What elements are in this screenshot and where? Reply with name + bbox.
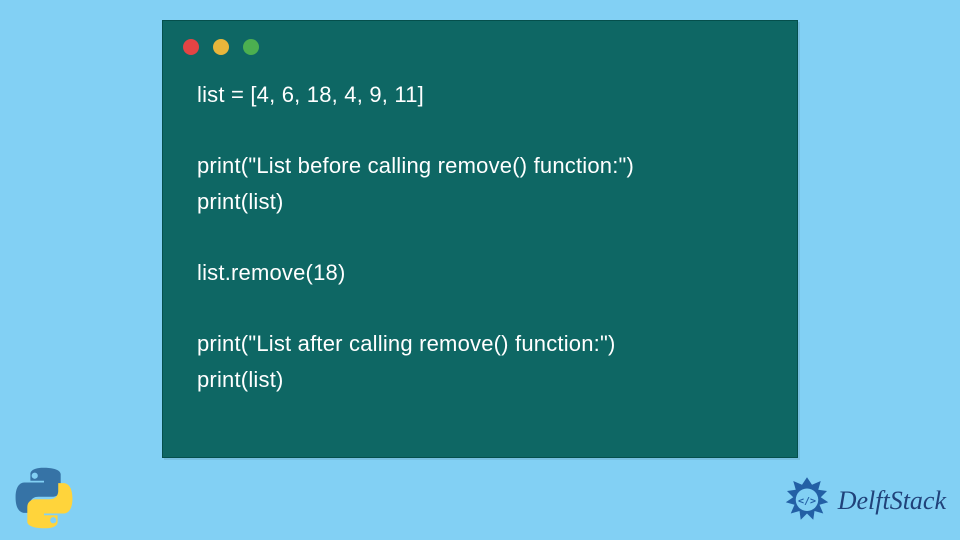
close-icon — [183, 39, 199, 55]
window-traffic-lights — [183, 39, 259, 55]
python-logo-icon — [10, 464, 78, 532]
maximize-icon — [243, 39, 259, 55]
code-window: list = [4, 6, 18, 4, 9, 11] print("List … — [162, 20, 798, 458]
brand-name: DelftStack — [838, 486, 946, 516]
delftstack-logo-icon: </> — [782, 476, 832, 526]
delftstack-brand: </> DelftStack — [782, 476, 946, 526]
svg-text:</>: </> — [798, 496, 816, 507]
minimize-icon — [213, 39, 229, 55]
code-block: list = [4, 6, 18, 4, 9, 11] print("List … — [197, 77, 634, 398]
